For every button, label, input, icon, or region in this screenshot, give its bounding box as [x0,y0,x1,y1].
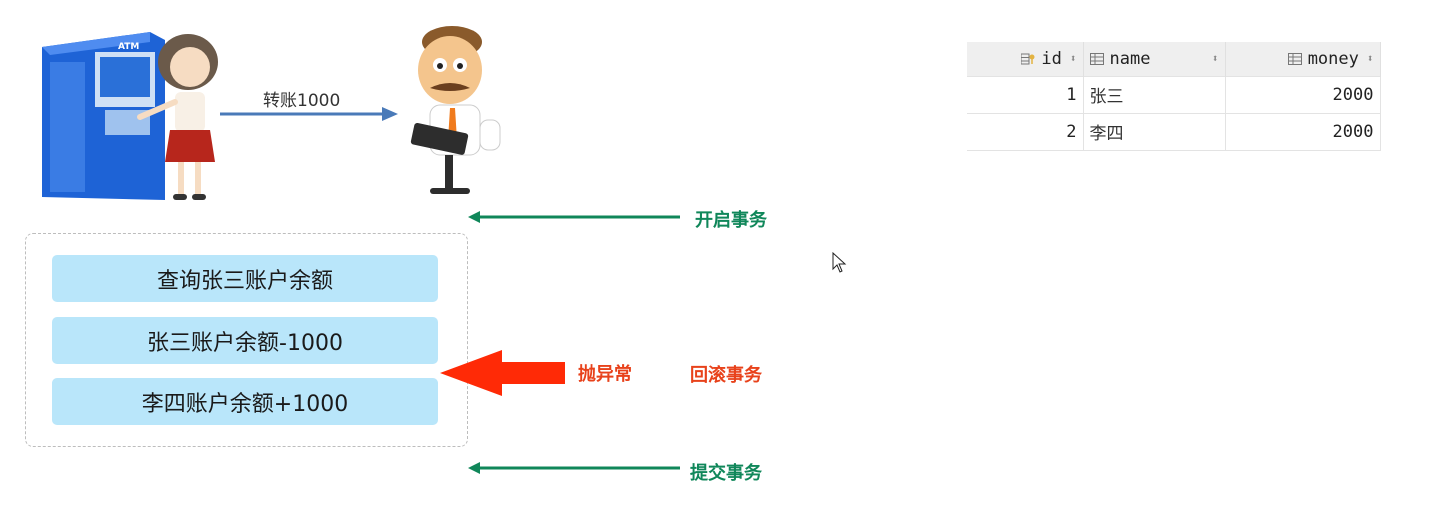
cell-name[interactable]: 李四 [1083,113,1226,151]
primary-key-column-icon [1021,53,1035,65]
step-query-balance: 查询张三账户余额 [52,255,438,302]
column-header-id[interactable]: id ⬍ [967,42,1084,76]
rollback-transaction-label: 回滚事务 [690,365,762,386]
column-header-name[interactable]: name ⬍ [1083,42,1226,76]
account-table: id ⬍ name ⬍ money ⬍ 1 张三 2000 2 李四 2000 [967,42,1381,151]
atm-user-illustration: ATM [42,32,218,200]
table-row[interactable]: 2 李四 2000 [967,113,1381,151]
begin-transaction-arrow [468,211,680,223]
exception-arrow [440,350,565,396]
step-credit-lisi: 李四账户余额+1000 [52,378,438,425]
transfer-arrow [220,107,398,121]
column-header-name-label: name [1109,48,1151,69]
column-header-money-label: money [1307,48,1359,69]
cell-money[interactable]: 2000 [1225,75,1381,114]
begin-transaction-label: 开启事务 [695,210,767,231]
column-icon [1287,52,1302,65]
cell-name[interactable]: 张三 [1083,75,1226,114]
column-header-id-label: id [1041,48,1062,69]
cell-id[interactable]: 1 [967,75,1084,114]
step-debit-zhangsan: 张三账户余额-1000 [52,317,438,364]
manager-illustration [410,26,501,194]
commit-transaction-label: 提交事务 [690,463,762,484]
atm-sign: ATM [118,42,139,52]
mouse-cursor-icon [832,252,847,273]
commit-transaction-arrow [468,462,680,474]
table-row[interactable]: 1 张三 2000 [967,75,1381,114]
sort-icon[interactable]: ⬍ [1367,52,1374,65]
column-header-money[interactable]: money ⬍ [1225,42,1381,76]
cell-money[interactable]: 2000 [1225,113,1381,151]
sort-icon[interactable]: ⬍ [1070,52,1077,65]
throw-exception-label: 抛异常 [578,364,632,385]
cell-id[interactable]: 2 [967,113,1084,151]
column-icon [1089,52,1104,65]
sort-icon[interactable]: ⬍ [1212,52,1219,65]
